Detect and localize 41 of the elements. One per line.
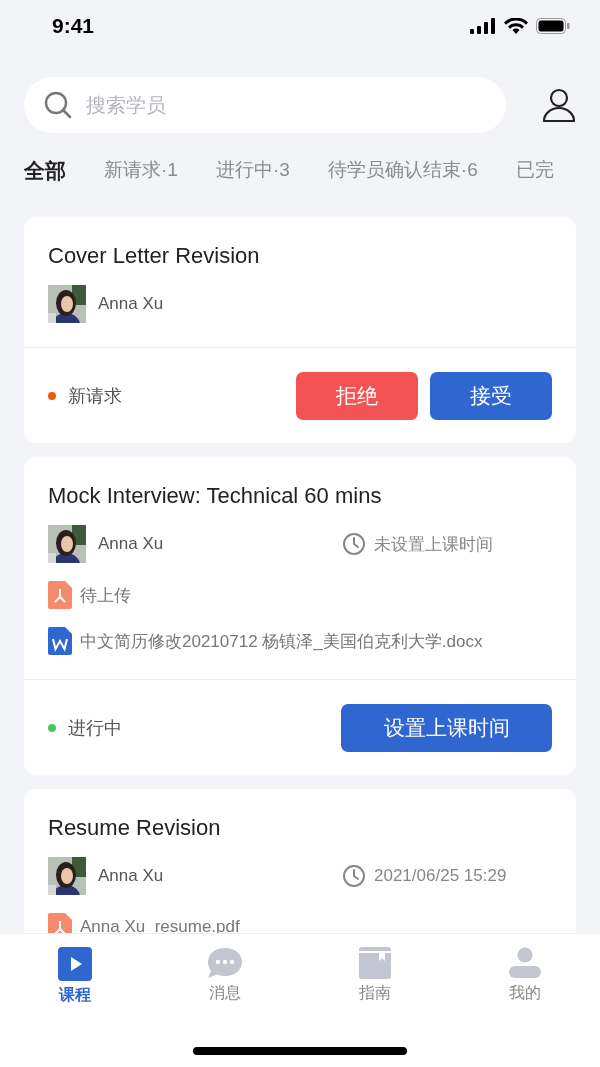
person-icon[interactable] [542,88,576,122]
file-name[interactable]: 待上传 [80,583,131,607]
course-title: Cover Letter Revision [48,243,261,269]
chat-bubble-icon [207,947,243,979]
student-name: Anna Xu [98,294,164,314]
search-icon [44,91,72,119]
word-file-icon [48,627,72,655]
tab[interactable]: 全部 [24,157,66,191]
book-icon [359,947,391,979]
battery-icon [536,18,570,34]
clock-icon [342,532,366,556]
course-title: Resume Revision [48,815,222,841]
student-name: Anna Xu [98,866,164,886]
status-label: 进行中 [68,716,122,740]
tab[interactable]: 新请求·1 [104,157,178,191]
wifi-icon [504,17,528,35]
accept-button[interactable]: 接受 [430,371,552,420]
reject-button[interactable]: 拒绝 [296,371,418,420]
tab[interactable]: 进行中·3 [215,157,290,191]
course-title: Mock Interview: Technical 60 mins [48,483,383,509]
nav-item[interactable]: 消息 [185,946,265,1007]
search-box[interactable]: 搜索学员 [24,77,506,133]
accept-button[interactable]: 设置上课时间 [341,703,552,752]
play-icon [58,947,92,981]
status-label: 新请求 [68,384,122,408]
schedule-time: 2021/06/25 15:29 [374,866,507,886]
status-time: 9:41 [52,14,95,38]
file-name[interactable]: Anna Xu_resume.pdf [80,917,240,937]
signal-icon [470,18,496,34]
nav-item[interactable]: 指南 [335,946,415,1007]
search-field[interactable]: 搜索学员 [84,92,486,118]
nav-item[interactable]: 课程 [35,946,115,1007]
nav-item[interactable]: 我的 [485,946,565,1007]
person-icon [509,947,541,979]
clock-icon [342,864,366,888]
file-name[interactable]: 中文简历修改20210712 杨镇泽_美国伯克利大学.docx [80,629,483,653]
schedule-time: 未设置上课时间 [374,533,493,556]
tab[interactable]: 待学员确认结束·6 [327,157,478,191]
pdf-file-icon [48,581,72,609]
student-name: Anna Xu [98,534,164,554]
tab[interactable]: 已完 [515,157,554,191]
